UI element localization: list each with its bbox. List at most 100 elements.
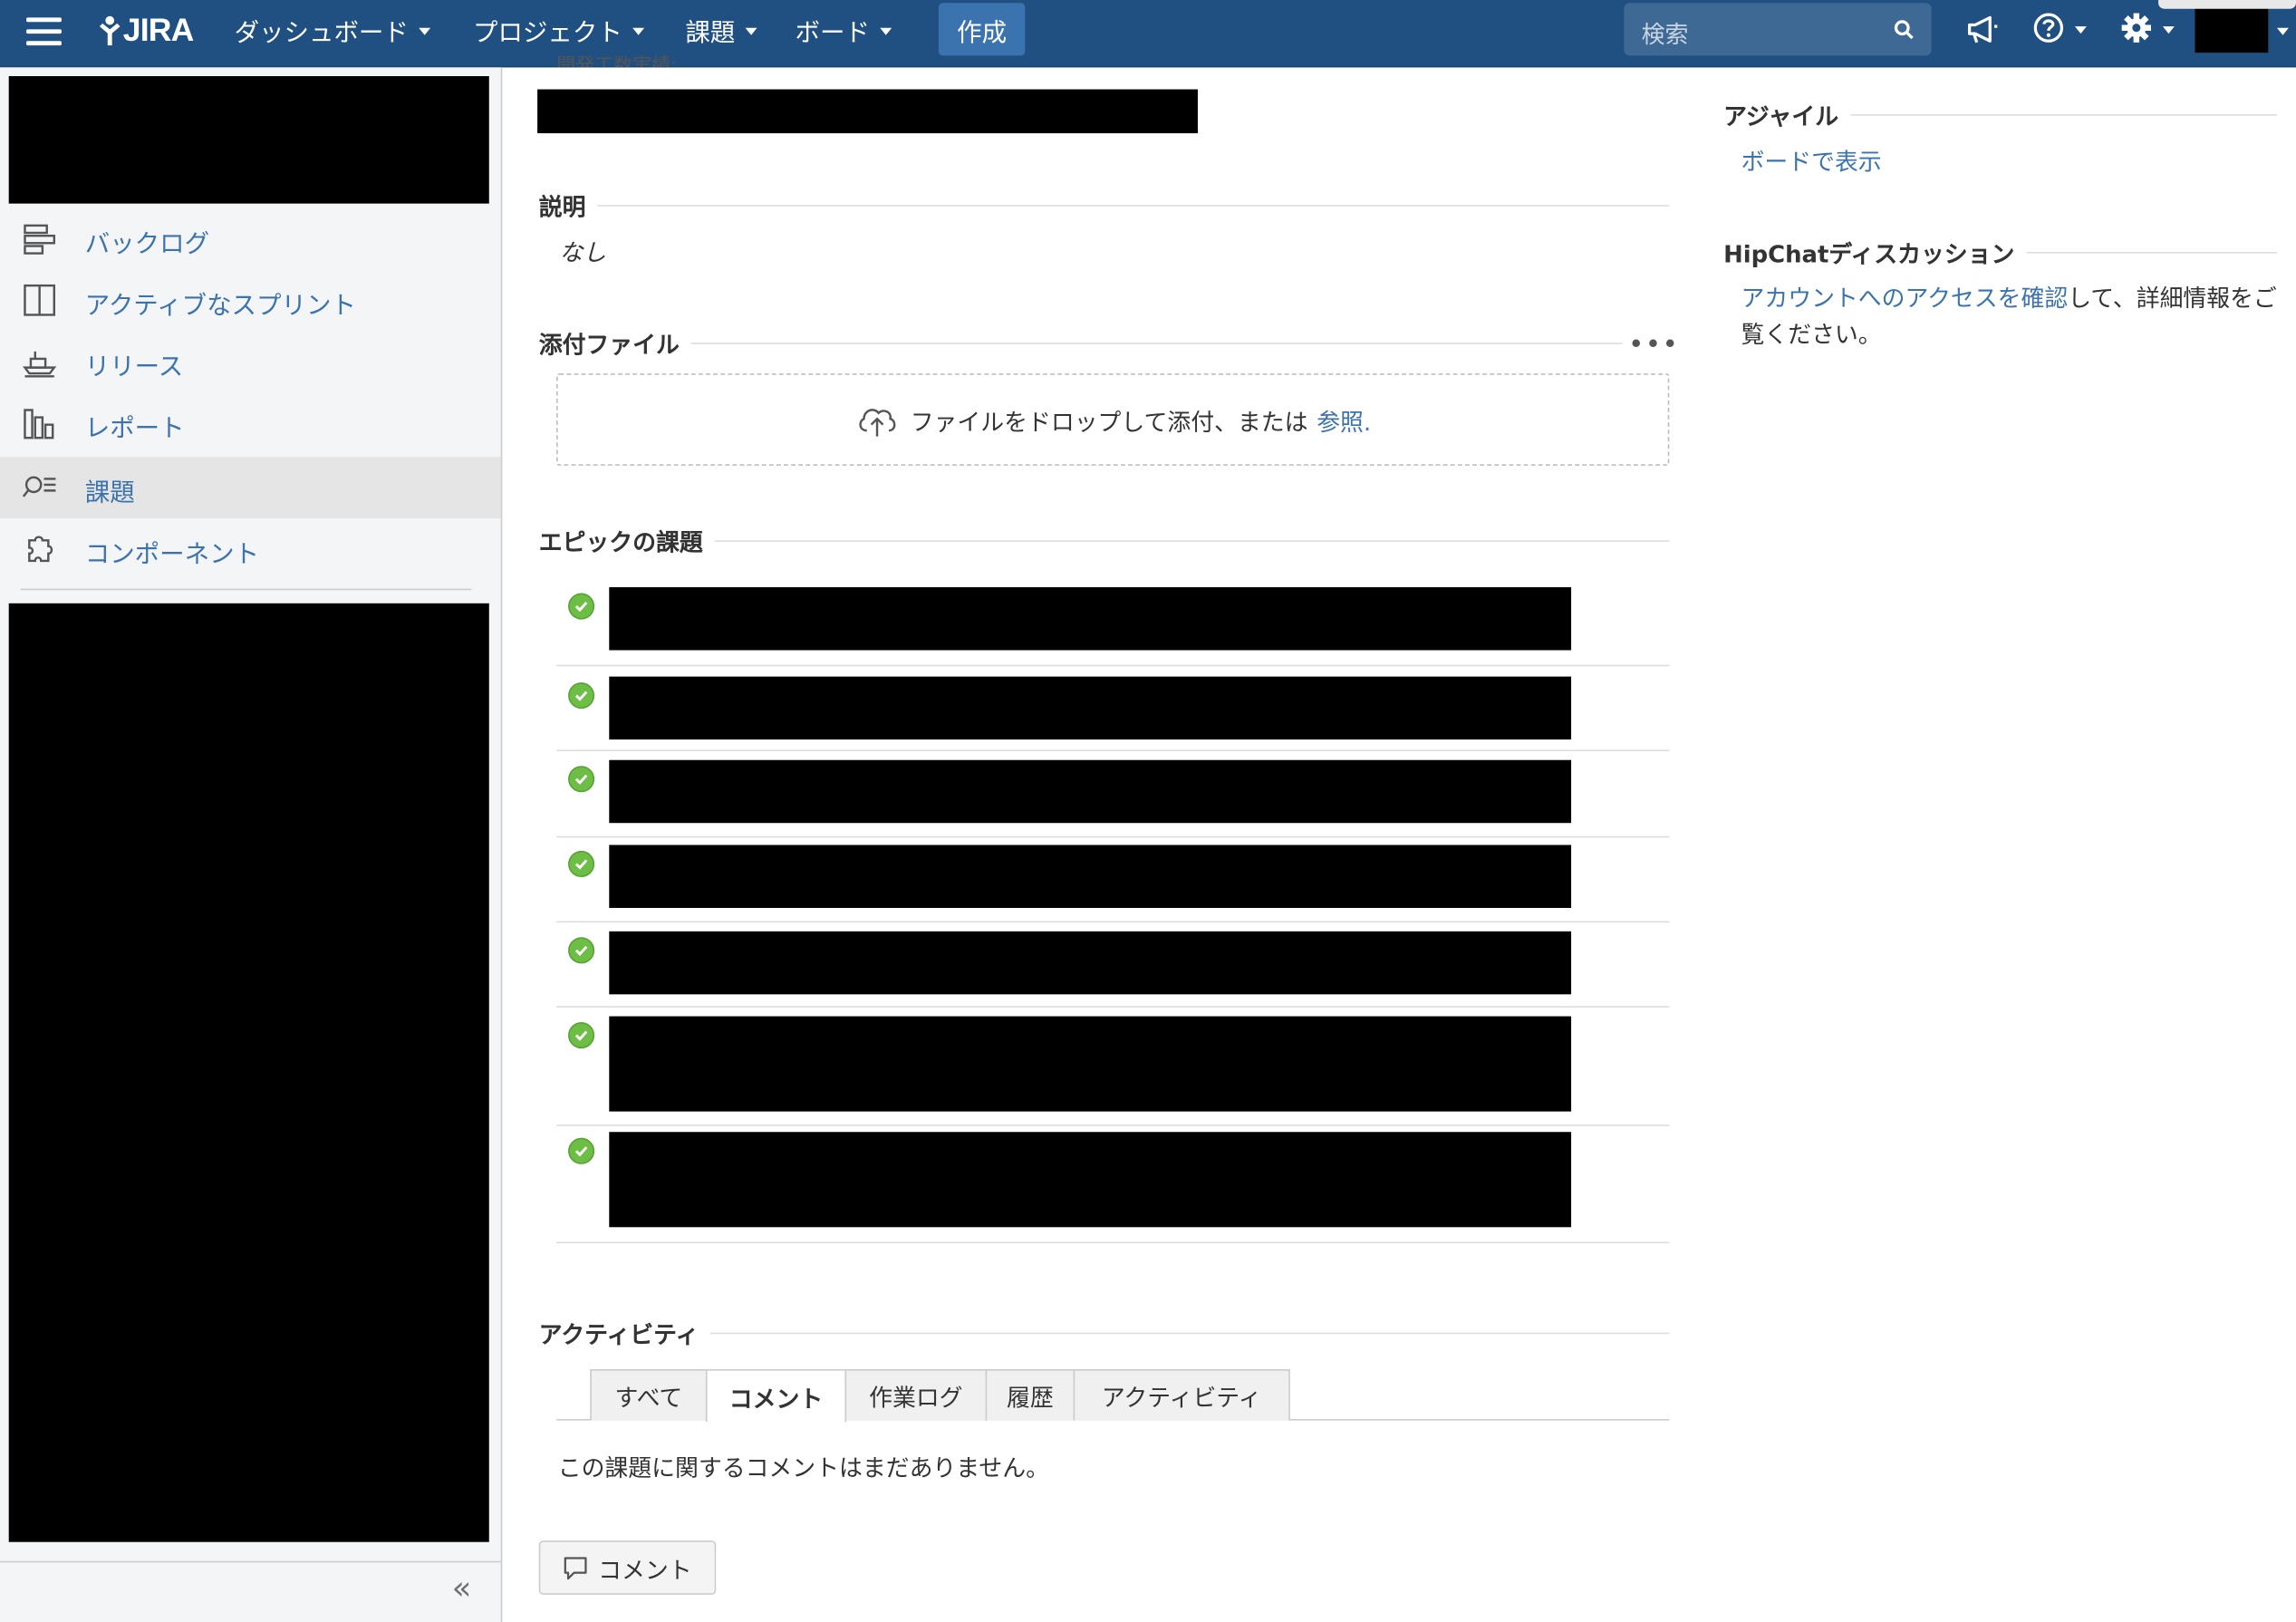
epic-issue-row[interactable] [556, 1132, 1670, 1244]
resolved-check-icon [568, 850, 595, 878]
sidebar-item-label: アクティブなスプリント [84, 291, 356, 321]
activity-tabs: すべて コメント 作業ログ 履歴 アクティビティ [556, 1369, 1670, 1423]
resolved-check-icon [568, 937, 595, 964]
sidebar-item-active-sprint[interactable]: アクティブなスプリント [0, 269, 501, 331]
description-section-header: 説明 [539, 188, 1670, 223]
epic-issue-summary-redacted[interactable] [609, 587, 1572, 651]
board-icon [24, 284, 56, 316]
tab-history[interactable]: 履歴 [985, 1369, 1076, 1421]
epic-issue-row[interactable] [556, 759, 1670, 838]
epic-issue-summary-redacted[interactable] [609, 931, 1572, 995]
jira-logo[interactable]: JIRA [97, 9, 194, 53]
nav-dashboard[interactable]: ダッシュボード [234, 12, 431, 48]
custom-field-row: 開発工数実績: 12 [556, 50, 677, 67]
chevron-down-icon [2074, 25, 2087, 34]
top-navigation: JIRA ダッシュボード プロジェクト 課題 ボード 作成 検索 [0, 0, 2296, 68]
comment-button-label: コメント [598, 1556, 692, 1584]
epic-issue-row[interactable] [556, 1016, 1670, 1126]
attachments-heading: 添付ファイル [538, 331, 680, 359]
hipchat-access-link[interactable]: アカウントへのアクセスを確認 [1741, 285, 2069, 313]
epic-issue-summary-redacted[interactable] [609, 845, 1572, 908]
menu-icon[interactable] [26, 17, 62, 50]
resolved-check-icon [568, 1137, 595, 1164]
epic-issue-summary-redacted[interactable] [609, 1016, 1572, 1112]
sidebar-item-releases[interactable]: リリース [0, 331, 501, 392]
nav-issues-label: 課題 [685, 18, 736, 48]
attachments-section-header: 添付ファイル [539, 325, 1623, 361]
create-button[interactable]: 作成 [938, 3, 1026, 56]
search-icon [1894, 20, 1914, 40]
description-value[interactable]: なし [559, 233, 606, 268]
window-corner-tab [2158, 0, 2296, 9]
epic-issue-row[interactable] [556, 676, 1670, 752]
resolved-check-icon [568, 593, 595, 620]
epic-issue-row[interactable] [556, 587, 1670, 667]
sidebar-divider [20, 588, 472, 591]
project-sidebar: バックログ アクティブなスプリント リリース レポート 課題 コンポーネント « [0, 67, 503, 1622]
sidebar-item-reports[interactable]: レポート [0, 392, 501, 454]
no-comments-message: この課題に関するコメントはまだありません。 [557, 1453, 1049, 1482]
help-menu[interactable] [2032, 12, 2087, 44]
help-icon [2033, 13, 2064, 43]
nav-boards-label: ボード [795, 18, 870, 48]
resolved-check-icon [568, 766, 595, 793]
sidebar-item-backlog[interactable]: バックログ [0, 208, 501, 269]
activity-heading: アクティビティ [538, 1320, 699, 1349]
custom-field-label: 開発工数実績: [556, 55, 678, 68]
chevron-down-icon [419, 26, 431, 34]
nav-boards[interactable]: ボード [795, 12, 892, 48]
sidebar-collapse-bar[interactable]: « [0, 1560, 501, 1622]
epic-issue-row[interactable] [556, 931, 1670, 1008]
resolved-check-icon [568, 1022, 595, 1049]
epic-issue-summary-redacted[interactable] [609, 676, 1572, 740]
chevron-down-icon[interactable] [2276, 27, 2289, 35]
chart-icon [24, 409, 54, 439]
chevron-down-icon [745, 26, 757, 34]
epic-issue-summary-redacted[interactable] [609, 759, 1572, 824]
logo-text: JIRA [122, 11, 195, 49]
epic-issues-heading: エピックの課題 [538, 528, 703, 557]
epic-issue-row[interactable] [556, 845, 1670, 923]
settings-menu[interactable] [2120, 12, 2175, 44]
ship-icon [23, 351, 57, 378]
tab-activity[interactable]: アクティビティ [1073, 1369, 1290, 1421]
avatar[interactable] [2195, 5, 2269, 53]
cloud-upload-icon [858, 408, 895, 436]
search-input[interactable]: 検索 [1624, 3, 1932, 56]
agile-heading: アジャイル [1723, 102, 1839, 130]
attachment-dropzone[interactable]: ファイルをドロップして添付、または 参照. [556, 373, 1670, 466]
sidebar-item-label: コンポーネント [84, 540, 260, 570]
nav-dashboard-label: ダッシュボード [234, 18, 409, 48]
hipchat-message: アカウントへのアクセスを確認して、詳細情報をご覧ください。 [1741, 280, 2286, 353]
nav-issues[interactable]: 課題 [685, 12, 757, 48]
nav-projects-label: プロジェクト [472, 18, 622, 48]
puzzle-icon [28, 536, 53, 563]
megaphone-icon[interactable] [1965, 12, 2001, 47]
collapse-icon[interactable]: « [452, 1571, 472, 1608]
sidebar-item-components[interactable]: コンポーネント [0, 518, 501, 580]
field-redacted [537, 89, 1198, 134]
tab-comments[interactable]: コメント [705, 1369, 847, 1423]
view-on-board-link[interactable]: ボードで表示 [1741, 142, 1882, 178]
activity-section-header: アクティビティ [539, 1315, 1670, 1350]
issues-icon [22, 476, 56, 497]
project-header-redacted [8, 76, 489, 204]
sidebar-item-label: バックログ [84, 229, 210, 260]
attachments-more-icon[interactable]: ••• [1628, 330, 1679, 361]
chevron-down-icon [2162, 25, 2175, 34]
backlog-icon [24, 224, 56, 255]
epic-issue-summary-redacted[interactable] [609, 1132, 1572, 1228]
resolved-check-icon [568, 682, 595, 710]
dropzone-text: ファイルをドロップして添付、または [910, 408, 1308, 436]
tab-worklog[interactable]: 作業ログ [844, 1369, 988, 1421]
sidebar-item-issues[interactable]: 課題 [0, 457, 501, 519]
nav-projects[interactable]: プロジェクト [472, 12, 645, 48]
hipchat-section-header: HipChatディスカッション [1723, 235, 2277, 270]
agile-section-header: アジャイル [1723, 97, 2277, 132]
tab-all[interactable]: すべて [590, 1369, 708, 1421]
sidebar-item-label: リリース [84, 352, 184, 382]
chevron-down-icon [880, 26, 892, 34]
browse-link[interactable]: 参照. [1317, 402, 1371, 438]
comment-button[interactable]: コメント [538, 1540, 717, 1595]
jira-mark-icon [99, 15, 121, 46]
